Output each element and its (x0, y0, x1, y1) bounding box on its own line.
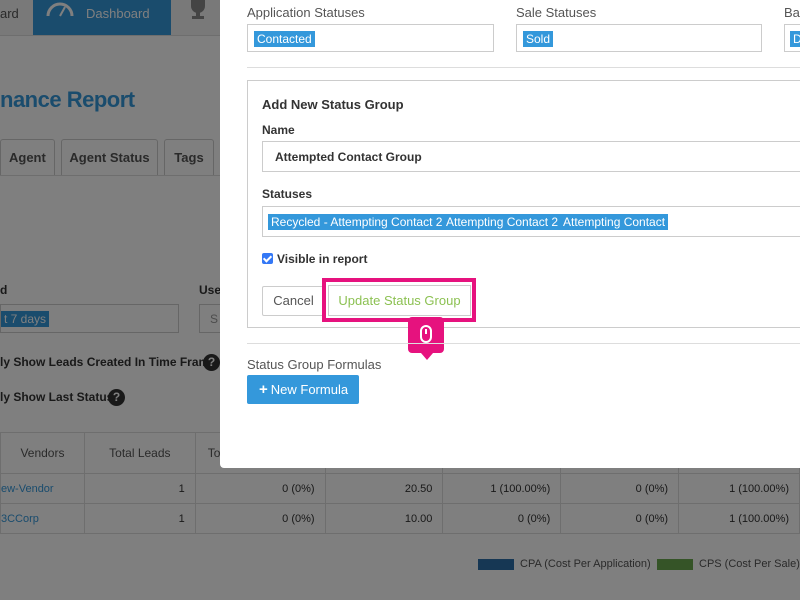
visible-in-report-checkbox[interactable] (262, 253, 273, 264)
mouse-icon (420, 325, 432, 343)
sale-statuses-input[interactable]: Sold (516, 24, 762, 52)
status-chip[interactable]: Contacted (254, 31, 315, 47)
new-formula-label: New Formula (270, 382, 349, 397)
visible-in-report-label[interactable]: Visible in report (277, 252, 367, 266)
name-label: Name (262, 123, 295, 137)
status-chip[interactable]: Attempting Contact 2 (443, 214, 562, 230)
visible-in-report-row: Visible in report (262, 252, 367, 266)
status-chip[interactable]: Attempting Contact (560, 214, 669, 230)
third-statuses-label: Ba (784, 5, 800, 20)
group-statuses-input[interactable]: Recycled - Attempting Contact 2 Attempti… (262, 206, 800, 237)
group-name-input[interactable]: Attempted Contact Group (262, 141, 800, 172)
status-chip[interactable]: Sold (523, 31, 554, 47)
status-groups-modal: Application Statuses Sale Statuses Ba Co… (220, 0, 800, 468)
new-formula-button[interactable]: + New Formula (247, 375, 359, 404)
status-chip[interactable]: D (790, 31, 800, 47)
add-status-group-panel: Add New Status Group Name Attempted Cont… (247, 80, 800, 360)
third-statuses-input[interactable]: D (784, 24, 800, 52)
application-statuses-label: Application Statuses (247, 5, 365, 20)
update-status-group-button[interactable]: Update Status Group (328, 285, 471, 316)
plus-icon: + (259, 381, 268, 398)
panel-title: Add New Status Group (262, 97, 404, 112)
application-statuses-input[interactable]: Contacted (247, 24, 494, 52)
divider (247, 343, 800, 344)
divider (247, 67, 800, 68)
statuses-label: Statuses (262, 187, 313, 201)
formulas-section-title: Status Group Formulas (247, 357, 382, 372)
sale-statuses-label: Sale Statuses (516, 5, 597, 20)
cancel-button[interactable]: Cancel (262, 286, 325, 316)
status-chip[interactable]: Recycled - Attempting Contact 2 (268, 214, 446, 230)
click-marker (408, 317, 444, 360)
